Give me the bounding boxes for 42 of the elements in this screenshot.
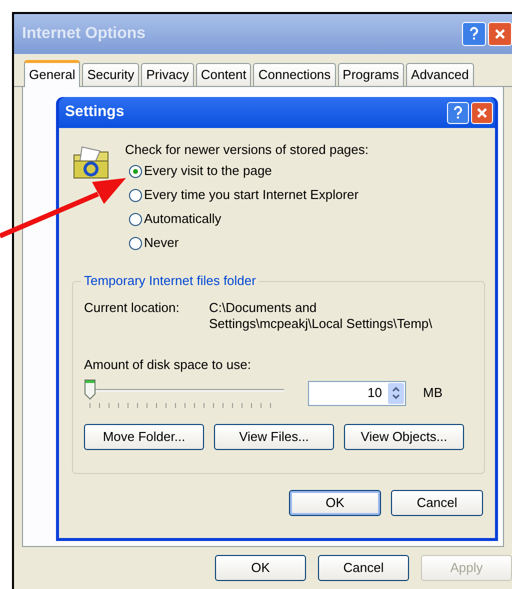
slider-thumb[interactable] bbox=[84, 379, 96, 400]
group-title: Temporary Internet files folder bbox=[81, 273, 259, 289]
folder-button[interactable]: View Files... bbox=[214, 424, 334, 450]
tab[interactable]: Privacy bbox=[141, 63, 194, 86]
prompt-text: Check for newer versions of stored pages: bbox=[125, 142, 369, 158]
close-icon bbox=[494, 28, 506, 40]
tab[interactable]: Security bbox=[82, 63, 140, 86]
close-icon bbox=[476, 106, 488, 118]
folder-button[interactable]: Move Folder... bbox=[84, 424, 204, 450]
dialog-button[interactable]: OK bbox=[289, 490, 381, 516]
radio-option[interactable]: Never bbox=[129, 235, 369, 251]
disk-space-label: Amount of disk space to use: bbox=[84, 357, 252, 373]
help-button[interactable] bbox=[462, 22, 486, 46]
close-button[interactable] bbox=[471, 102, 493, 124]
location-path: Settings\mcpeakj\Local Settings\Temp\ bbox=[209, 316, 432, 332]
close-button[interactable] bbox=[488, 22, 512, 46]
tab[interactable]: Connections bbox=[253, 63, 336, 86]
dialog-button[interactable]: OK bbox=[215, 555, 306, 581]
radio-button[interactable] bbox=[129, 164, 142, 178]
dialog-button[interactable]: Cancel bbox=[391, 490, 483, 516]
question-mark-icon bbox=[453, 106, 463, 120]
radio-option[interactable]: Automatically bbox=[129, 211, 369, 227]
tab[interactable]: General bbox=[24, 60, 80, 87]
spin-arrows-icon[interactable] bbox=[388, 382, 404, 404]
question-mark-icon bbox=[469, 27, 479, 41]
location-label: Current location: bbox=[84, 300, 180, 317]
folder-button[interactable]: View Objects... bbox=[344, 424, 464, 450]
radio-button[interactable] bbox=[129, 212, 142, 226]
tab[interactable]: Content bbox=[196, 63, 252, 86]
location-path: C:\Documents and bbox=[209, 300, 318, 316]
window-title: Internet Options bbox=[22, 24, 146, 44]
dialog-title: Settings bbox=[65, 102, 124, 122]
radio-option[interactable]: Every visit to the page bbox=[129, 163, 369, 179]
dialog-button[interactable]: Cancel bbox=[318, 555, 409, 581]
help-button[interactable] bbox=[447, 102, 469, 124]
radio-option[interactable]: Every time you start Internet Explorer bbox=[129, 187, 369, 203]
radio-button[interactable] bbox=[129, 236, 142, 250]
unit-label: MB bbox=[423, 384, 442, 402]
tab[interactable]: Advanced bbox=[406, 63, 474, 86]
radio-button[interactable] bbox=[129, 188, 142, 202]
tab[interactable]: Programs bbox=[338, 63, 404, 86]
disk-space-spinbox[interactable]: 10 bbox=[308, 380, 406, 406]
